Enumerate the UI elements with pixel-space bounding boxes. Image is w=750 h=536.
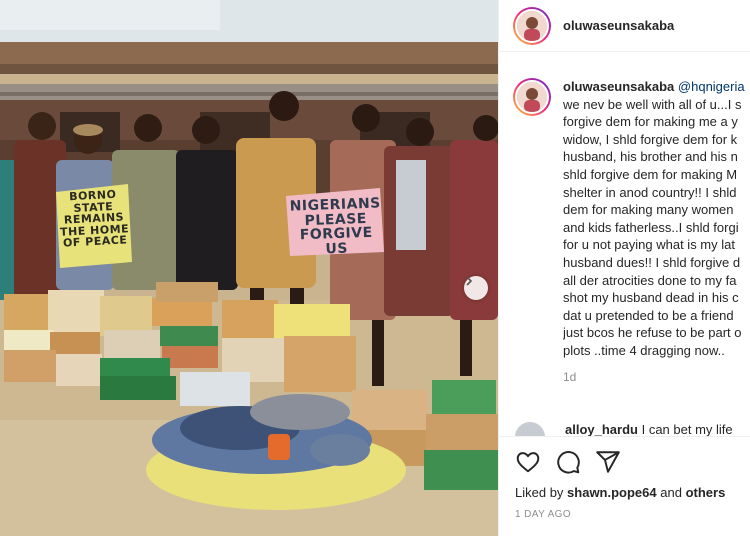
caption-line: husband, his brother and his n: [563, 149, 738, 165]
caption-line: plots ..time 4 dragging now..: [563, 342, 725, 358]
comment-text: alloy_hardu I can bet my life: [565, 422, 733, 436]
comment-username[interactable]: alloy_hardu: [565, 422, 638, 436]
caption-line: all der atrocities done to my fa: [563, 272, 737, 288]
comment-icon: [557, 451, 580, 474]
liked-by-and: and: [660, 485, 682, 500]
caption-line: for u not paying what is my lat: [563, 237, 735, 253]
action-icons: [515, 449, 621, 475]
post-actions: Liked by shawn.pope64 and others 1 DAY A…: [499, 436, 750, 536]
caption-avatar[interactable]: [513, 78, 551, 116]
caption-line: dat u pretended to be a friend: [563, 307, 734, 323]
caption-line: shelter in anod country!! I shld: [563, 184, 737, 200]
post-date[interactable]: 1 DAY AGO: [515, 509, 571, 520]
caption-line: shot my husband dead in his c: [563, 290, 739, 306]
header-username[interactable]: oluwaseunsakaba: [563, 18, 674, 33]
profile-photo: [517, 82, 547, 112]
caption-line: dem for making many women: [563, 202, 734, 218]
heart-icon: [516, 452, 540, 473]
post-photo[interactable]: BORNO STATE REMAINS THE HOME OF PEACE NI…: [0, 0, 498, 536]
comment-avatar[interactable]: [515, 422, 545, 436]
caption-text: oluwaseunsakaba @hqnigeria we nev be wel…: [563, 78, 750, 360]
comment-body: I can bet my life: [641, 422, 733, 436]
liked-by-prefix: Liked by: [515, 485, 564, 500]
caption-timestamp[interactable]: 1d: [563, 370, 750, 384]
comment-button[interactable]: [555, 449, 581, 475]
liked-by-others[interactable]: others: [686, 485, 726, 500]
sign-borno-text: BORNO STATE REMAINS THE HOME OF PEACE: [59, 187, 130, 250]
avatar[interactable]: [513, 6, 551, 45]
caption-line: forgive dem for making me a y: [563, 114, 738, 130]
chevron-right-icon: [466, 276, 473, 286]
caption-line: shld forgive dem for making M: [563, 166, 738, 182]
caption-line: widow, I shld forgive dem for k: [563, 131, 738, 147]
caption-body: oluwaseunsakaba @hqnigeria we nev be wel…: [563, 78, 750, 384]
share-icon: [596, 451, 620, 473]
photo-scene: [0, 0, 498, 536]
liked-by-user[interactable]: shawn.pope64: [567, 485, 657, 500]
caption-line: husband dues!! I shld forgive d: [563, 254, 741, 270]
post-panel: oluwaseunsakaba oluwaseunsakaba @hqniger…: [498, 0, 750, 536]
sign-nigerians-text: NIGERIANS PLEASE FORGIVE US: [289, 195, 382, 258]
caption-line: and kids fatherless..I shld forgi: [563, 219, 739, 235]
share-button[interactable]: [595, 449, 621, 475]
caption-username[interactable]: oluwaseunsakaba: [563, 79, 674, 94]
profile-photo: [517, 10, 547, 41]
like-button[interactable]: [515, 449, 541, 475]
caption-line: we nev be well with all of u...I s: [563, 96, 742, 112]
comment-item: alloy_hardu I can bet my life: [515, 422, 750, 436]
liked-by: Liked by shawn.pope64 and others: [515, 485, 725, 500]
caption: oluwaseunsakaba @hqnigeria we nev be wel…: [513, 78, 750, 384]
caption-line: just bcos he refuse to be part o: [563, 325, 742, 341]
post-header: oluwaseunsakaba: [499, 0, 750, 52]
next-photo-button[interactable]: [464, 276, 488, 300]
caption-mention[interactable]: @hqnigeria: [678, 79, 745, 94]
